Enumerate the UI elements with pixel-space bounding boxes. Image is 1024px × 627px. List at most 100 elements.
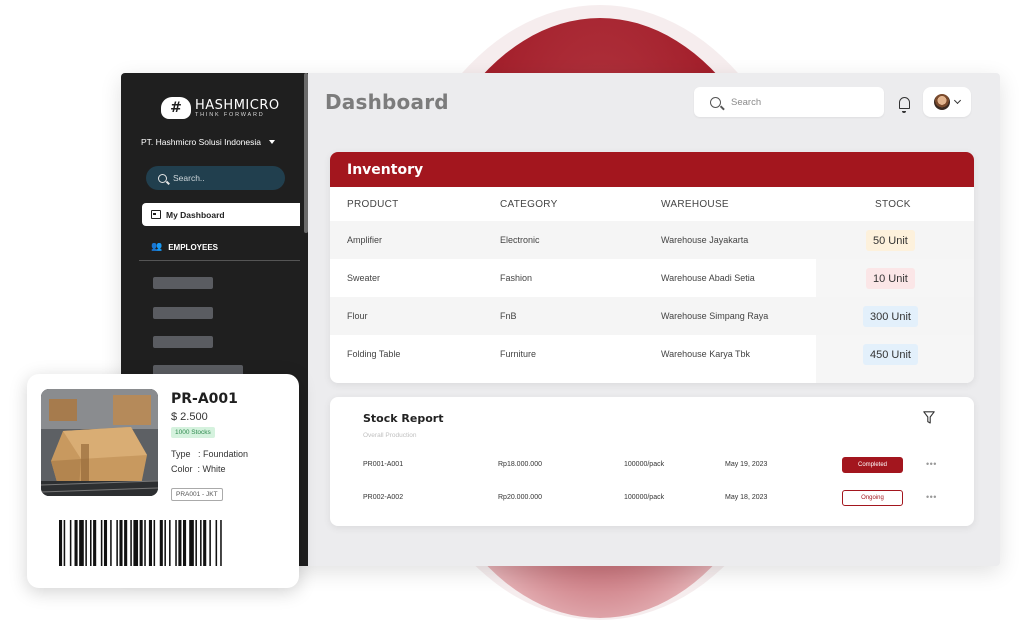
table-row[interactable]: Flour FnB Warehouse Simpang Raya 300 Unit — [330, 297, 974, 335]
more-options-icon[interactable]: ••• — [926, 492, 937, 502]
cell-warehouse: Warehouse Simpang Raya — [661, 311, 769, 321]
barcode-bar — [195, 520, 197, 566]
chevron-down-icon — [953, 96, 962, 105]
barcode-bar — [139, 520, 143, 566]
barcode-bar — [153, 520, 156, 566]
stock-report-title: Stock Report — [363, 412, 444, 425]
barcode-bar — [200, 520, 202, 566]
barcode-bar — [90, 520, 92, 566]
cell-category: Electronic — [500, 235, 540, 245]
cell-product: Flour — [347, 311, 368, 321]
report-id: PR002-A002 — [363, 494, 404, 501]
table-row[interactable]: Folding Table Furniture Warehouse Karya Tb… — [330, 335, 974, 373]
column-header-category[interactable]: CATEGORY — [500, 199, 558, 210]
cell-warehouse: Warehouse Karya Tbk — [661, 349, 751, 359]
sidebar-placeholder-item[interactable] — [153, 336, 213, 348]
table-row[interactable]: Sweater Fashion Warehouse Abadi Setia 10 Un… — [330, 259, 974, 297]
search-input[interactable]: Search — [694, 87, 884, 117]
sidebar-scrollbar[interactable] — [304, 73, 308, 233]
cell-product: Sweater — [347, 273, 381, 283]
brand-logo[interactable]: # HASHMICRO THINK FORWARD — [161, 97, 280, 119]
inventory-card: Inventory PRODUCT CATEGORY WAREHOUSE STO… — [330, 152, 974, 383]
barcode-bar — [69, 520, 72, 566]
barcode-bar — [59, 520, 63, 566]
sidebar-placeholder-item[interactable] — [153, 307, 213, 319]
report-id: PR001-A001 — [363, 461, 404, 468]
sidebar-search-input[interactable]: Search.. — [146, 166, 285, 190]
sidebar-search-placeholder: Search.. — [173, 173, 205, 183]
stock-badge: 300 Unit — [863, 306, 918, 327]
barcode-bar — [79, 520, 84, 566]
product-location-tag: PRA001 - JKT — [171, 488, 223, 501]
stock-report-card: Stock Report Overall Production PR001-A0… — [330, 397, 974, 526]
cell-product: Amplifier — [347, 235, 383, 245]
stock-badge: 50 Unit — [866, 230, 915, 251]
sidebar-item-label: My Dashboard — [166, 209, 225, 220]
product-type: Type : Foundation — [171, 449, 249, 459]
sidebar-placeholder-item[interactable] — [153, 277, 213, 289]
status-badge[interactable]: Completed — [842, 457, 903, 473]
stock-badge: 1000 Stocks — [171, 427, 215, 438]
barcode-bar — [183, 520, 187, 566]
search-icon — [710, 96, 721, 108]
brand-tagline: THINK FORWARD — [195, 112, 265, 118]
brand-name: HASHMICRO — [195, 98, 280, 113]
barcode-bar — [93, 520, 97, 566]
dashboard-icon — [151, 210, 161, 219]
column-header-stock[interactable]: STOCK — [875, 199, 911, 210]
barcode-bar — [159, 520, 163, 566]
barcode-bar — [175, 520, 177, 566]
stock-report-subtitle: Overall Production — [363, 432, 417, 439]
stage: # HASHMICRO THINK FORWARD PT. Hashmicro … — [0, 0, 1024, 627]
cell-warehouse: Warehouse Jayakarta — [661, 235, 749, 245]
search-icon — [158, 173, 167, 183]
product-image — [41, 389, 158, 496]
sidebar-item-employees[interactable]: 👥 EMPLOYEES — [151, 242, 218, 252]
report-quantity: 100000/pack — [624, 461, 665, 468]
barcode-bar — [148, 520, 152, 566]
cell-category: Furniture — [500, 349, 537, 359]
cloud-logo-icon: # — [161, 97, 191, 119]
barcode-bar — [74, 520, 78, 566]
barcode-bar — [110, 520, 112, 566]
barcode-bar — [164, 520, 166, 566]
user-menu-button[interactable] — [923, 87, 971, 117]
page-title: Dashboard — [325, 90, 449, 114]
report-amount: Rp20.000.000 — [498, 494, 542, 501]
more-options-icon[interactable]: ••• — [926, 459, 937, 469]
product-price: $ 2.500 — [171, 411, 208, 423]
barcode-bar — [220, 520, 222, 566]
table-row[interactable]: Amplifier Electronic Warehouse Jayakarta 50… — [330, 221, 974, 259]
inventory-header-row: PRODUCT CATEGORY WAREHOUSE STOCK — [330, 187, 974, 221]
cell-category: FnB — [500, 311, 517, 321]
notification-bell-button[interactable] — [894, 93, 914, 113]
column-header-warehouse[interactable]: WAREHOUSE — [661, 199, 729, 210]
filter-icon[interactable] — [923, 411, 935, 424]
product-name: PR-A001 — [171, 391, 238, 407]
sidebar-item-label: EMPLOYEES — [168, 242, 219, 252]
report-date: May 18, 2023 — [725, 494, 768, 501]
cell-product: Folding Table — [347, 349, 401, 359]
barcode-bar — [103, 520, 108, 566]
people-icon: 👥 — [151, 242, 163, 252]
barcode-bar — [130, 520, 132, 566]
company-selector[interactable]: PT. Hashmicro Solusi Indonesia — [141, 137, 276, 147]
company-name: PT. Hashmicro Solusi Indonesia — [141, 137, 262, 147]
barcode-bar — [209, 520, 211, 566]
column-header-product[interactable]: PRODUCT — [347, 199, 399, 210]
barcode-bar — [203, 520, 207, 566]
sidebar-divider — [139, 260, 300, 261]
avatar — [934, 94, 950, 110]
cell-category: Fashion — [500, 273, 533, 283]
barcode-bar — [169, 520, 171, 566]
caret-down-icon — [269, 140, 276, 144]
sidebar-item-my-dashboard[interactable]: My Dashboard — [142, 203, 300, 226]
cell-warehouse: Warehouse Abadi Setia — [661, 273, 755, 283]
barcode-bar — [189, 520, 194, 566]
product-card[interactable]: PR-A001 $ 2.500 1000 Stocks Type : Found… — [27, 374, 299, 588]
inventory-title: Inventory — [330, 152, 974, 187]
status-badge[interactable]: Ongoing — [842, 490, 903, 506]
report-date: May 19, 2023 — [725, 461, 768, 468]
barcode-bar — [100, 520, 103, 566]
report-quantity: 100000/pack — [624, 494, 665, 501]
